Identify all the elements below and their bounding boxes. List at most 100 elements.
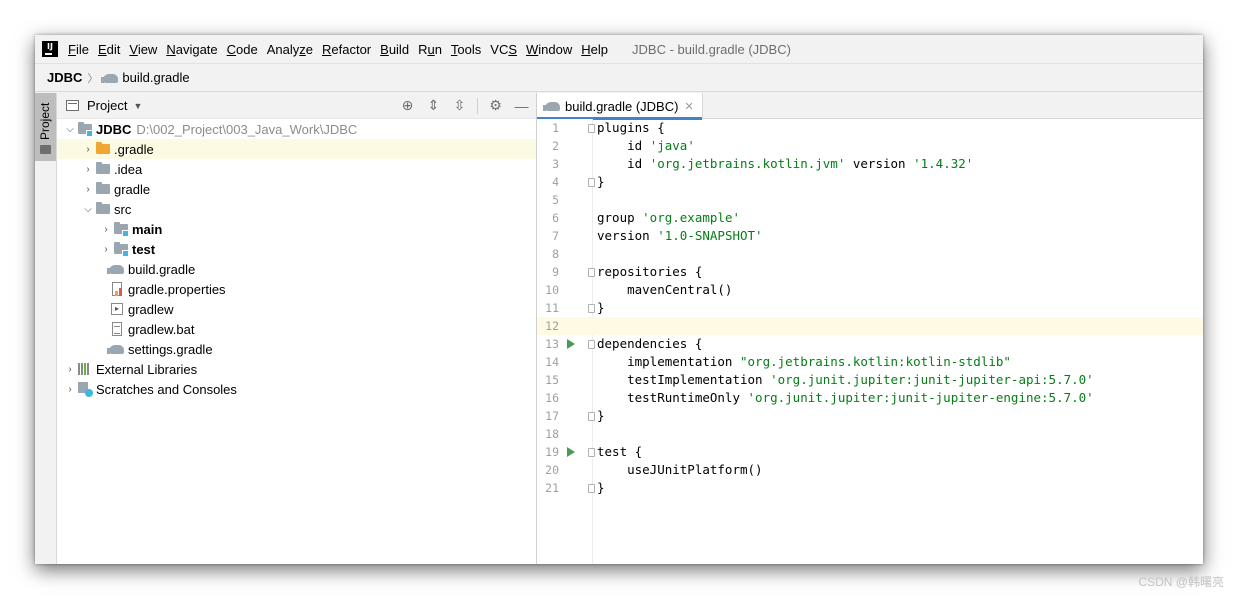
code-string: '1.4.32' [913,156,974,171]
tree-item-gradle-folder[interactable]: › gradle [57,179,536,199]
locate-file-icon[interactable]: ⊕ [399,97,416,114]
code-text: useJUnitPlatform() [597,461,762,479]
breadcrumb-root[interactable]: JDBC [47,70,82,85]
menu-help[interactable]: Help [581,42,608,57]
code-line[interactable]: 6 group 'org.example' [537,209,1203,227]
menu-run[interactable]: Run [418,42,442,57]
chevron-right-icon[interactable]: › [81,184,95,195]
project-tool-tab[interactable]: Project [35,93,56,161]
tree-item-main[interactable]: › main [57,219,536,239]
fold-marker-icon[interactable] [588,448,595,457]
run-gutter-icon[interactable] [567,447,575,457]
tree-item-test[interactable]: › test [57,239,536,259]
code-line[interactable]: 1 plugins { [537,119,1203,137]
line-number: 9 [552,265,559,279]
code-line[interactable]: 14 implementation "org.jetbrains.kotlin:… [537,353,1203,371]
code-token: id [597,156,650,171]
menu-file[interactable]: File [68,42,89,57]
code-string: '1.0-SNAPSHOT' [657,228,763,243]
menu-vcs[interactable]: VCS [490,42,517,57]
tree-item-scratches[interactable]: › Scratches and Consoles [57,379,536,399]
tree-item-gradlew-bat[interactable]: gradlew.bat [57,319,536,339]
tree-item-settings-gradle[interactable]: settings.gradle [57,339,536,359]
chevron-right-icon[interactable]: › [63,384,77,395]
gear-icon[interactable]: ⚙ [487,97,504,114]
close-icon[interactable]: ✕ [684,100,693,113]
chevron-right-icon[interactable]: › [81,144,95,155]
menu-edit[interactable]: Edit [98,42,120,57]
breadcrumb-file[interactable]: build.gradle [101,70,190,86]
code-line[interactable]: 9 repositories { [537,263,1203,281]
tree-item-gradle-dir[interactable]: › .gradle [57,139,536,159]
code-lines: 1 plugins {2 id 'java' 3 id 'org.jetbrains… [537,119,1203,497]
project-panel-toolbar: ⊕ ⇕ ⇳ ⚙ — [399,97,530,114]
code-line[interactable]: 19 test { [537,443,1203,461]
fold-marker-icon[interactable] [588,178,595,187]
ide-window: IJ File Edit View Navigate Code Analyze … [35,35,1203,564]
menu-refactor[interactable]: Refactor [322,42,371,57]
code-line[interactable]: 17} [537,407,1203,425]
tab-build-gradle[interactable]: build.gradle (JDBC) ✕ [537,93,703,120]
project-panel: Project ▼ ⊕ ⇕ ⇳ ⚙ — ⌵ JDBC D:\002_Projec… [57,93,537,564]
chevron-down-icon[interactable]: ▼ [133,101,142,111]
code-line[interactable]: 12 [537,317,1203,335]
tree-item-build-gradle[interactable]: build.gradle [57,259,536,279]
chevron-right-icon[interactable]: › [63,364,77,375]
expand-all-icon[interactable]: ⇕ [425,97,442,114]
project-tool-tab-label: Project [38,102,52,140]
chevron-right-icon[interactable]: › [81,164,95,175]
code-line[interactable]: 8 [537,245,1203,263]
tree-item-gradle-properties[interactable]: gradle.properties [57,279,536,299]
code-line[interactable]: 4} [537,173,1203,191]
menu-tools[interactable]: Tools [451,42,481,57]
tree-item-idea-dir[interactable]: › .idea [57,159,536,179]
window-title: JDBC - build.gradle (JDBC) [632,41,791,57]
code-line[interactable]: 2 id 'java' [537,137,1203,155]
fold-marker-icon[interactable] [588,484,595,493]
fold-marker-icon[interactable] [588,268,595,277]
minimize-icon[interactable]: — [513,97,530,114]
fold-marker-icon[interactable] [588,340,595,349]
code-line[interactable]: 7 version '1.0-SNAPSHOT' [537,227,1203,245]
code-line[interactable]: 5 [537,191,1203,209]
code-line[interactable]: 3 id 'org.jetbrains.kotlin.jvm' version … [537,155,1203,173]
fold-marker-icon[interactable] [588,304,595,313]
menu-code[interactable]: Code [227,42,258,57]
menu-window[interactable]: Window [526,42,572,57]
code-line[interactable]: 18 [537,425,1203,443]
code-token: mavenCentral() [597,282,733,297]
fold-marker-icon[interactable] [588,412,595,421]
code-line[interactable]: 20 useJUnitPlatform() [537,461,1203,479]
tree-item-external-libraries[interactable]: › External Libraries [57,359,536,379]
editor-panel: build.gradle (JDBC) ✕ 1 plugins {2 id 'ja… [537,93,1203,564]
tree-item-src[interactable]: ⌵ src [57,199,536,219]
code-string: 'java' [649,138,695,153]
menu-navigate[interactable]: Navigate [166,42,217,57]
chevron-down-icon[interactable]: ⌵ [63,124,77,135]
code-line[interactable]: 15 testImplementation 'org.junit.jupiter… [537,371,1203,389]
code-line[interactable]: 21} [537,479,1203,497]
chevron-right-icon[interactable]: › [99,224,113,235]
menu-analyze[interactable]: Analyze [267,42,313,57]
code-line[interactable]: 13 dependencies { [537,335,1203,353]
chevron-right-icon[interactable]: › [99,244,113,255]
line-number: 12 [545,319,559,333]
code-editor[interactable]: 1 plugins {2 id 'java' 3 id 'org.jetbrains… [537,119,1203,564]
menu-build[interactable]: Build [380,42,409,57]
project-panel-title[interactable]: Project [87,98,127,113]
watermark: CSDN @韩曙亮 [1138,575,1224,589]
run-gutter-icon[interactable] [567,339,575,349]
tree-item-gradlew[interactable]: ▸ gradlew [57,299,536,319]
line-number: 15 [545,373,559,387]
code-token: version [845,156,914,171]
code-text: version '1.0-SNAPSHOT' [597,227,763,245]
fold-marker-icon[interactable] [588,124,595,133]
tree-item-root[interactable]: ⌵ JDBC D:\002_Project\003_Java_Work\JDBC [57,119,536,139]
chevron-down-icon[interactable]: ⌵ [81,204,95,215]
code-token: testRuntimeOnly [597,390,748,405]
code-line[interactable]: 11} [537,299,1203,317]
menu-view[interactable]: View [129,42,157,57]
code-line[interactable]: 16 testRuntimeOnly 'org.junit.jupiter:ju… [537,389,1203,407]
code-line[interactable]: 10 mavenCentral() [537,281,1203,299]
collapse-all-icon[interactable]: ⇳ [451,97,468,114]
